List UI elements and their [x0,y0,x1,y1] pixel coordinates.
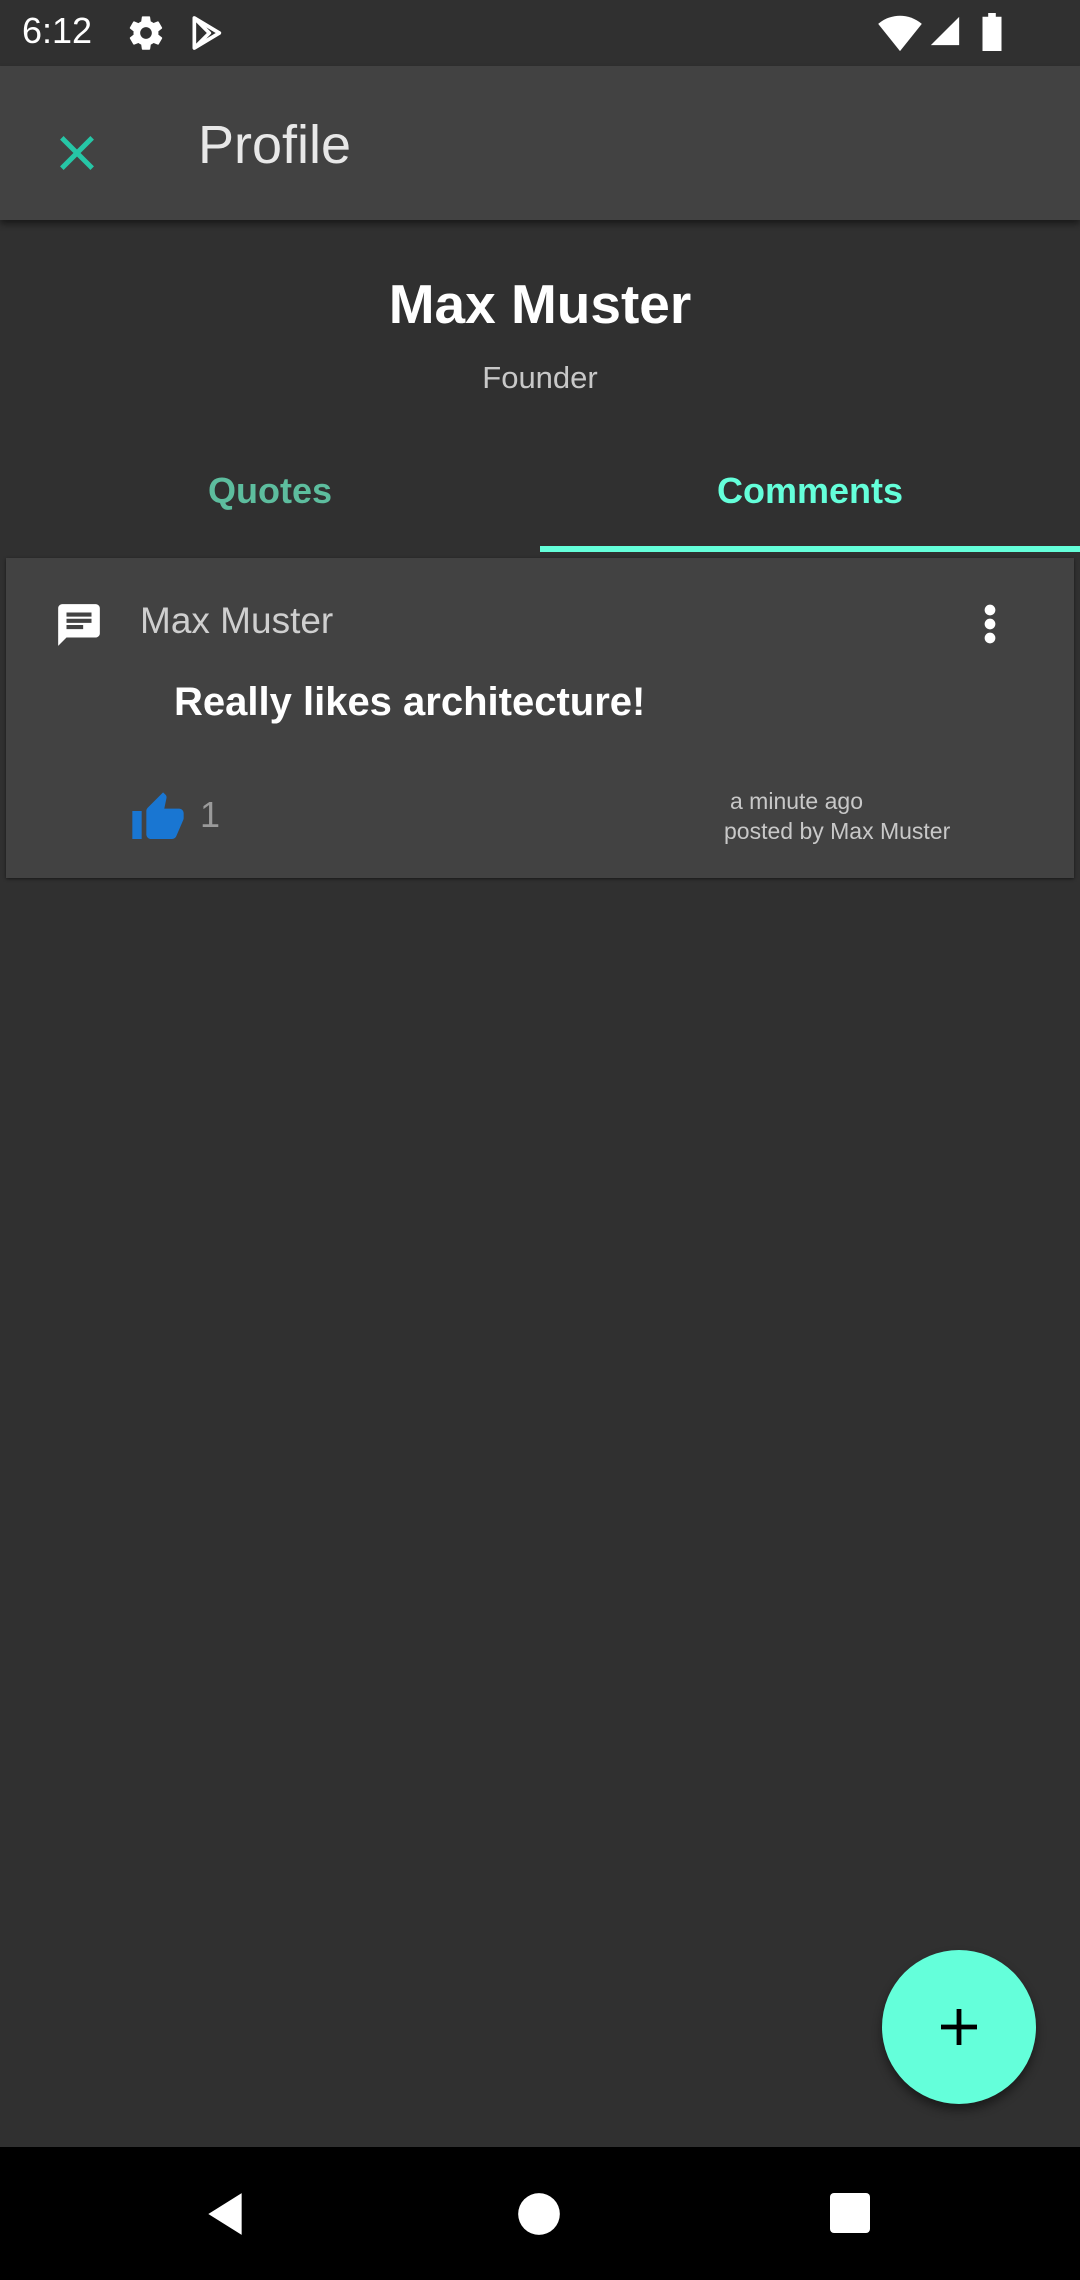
close-icon [60,136,94,170]
tab-bar: Quotes Comments [0,430,1080,552]
wifi-icon [878,13,922,58]
page-title: Profile [198,115,352,175]
status-bar: 6:12 [0,0,1080,66]
plus-icon [941,2009,977,2045]
comment-icon [54,600,104,655]
profile-name: Max Muster [388,273,692,335]
comment-posted-by: posted by Max Muster [724,818,951,844]
comment-author: Max Muster [140,600,334,641]
profile-role: Founder [482,360,598,395]
tab-indicator [540,546,1080,552]
comment-text: Really likes architecture! [174,680,646,724]
status-time: 6:12 [22,10,93,51]
home-icon[interactable] [514,2189,564,2244]
like-count: 1 [200,794,221,835]
recents-icon[interactable] [826,2189,874,2242]
app-bar: Profile [0,66,1080,220]
thumb-up-icon [132,792,184,839]
tab-comments[interactable]: Comments [540,430,1080,552]
comment-card[interactable]: Max Muster Really likes architecture! 1 … [6,558,1074,878]
navigation-bar [0,2147,1080,2280]
tab-quotes[interactable]: Quotes [0,430,540,552]
comment-time: a minute ago [730,788,863,814]
battery-icon [980,13,1004,56]
more-options-button[interactable] [970,598,1010,650]
add-comment-button[interactable] [882,1950,1036,2104]
back-icon[interactable] [200,2189,250,2244]
close-button[interactable] [40,116,114,190]
play-store-icon [186,13,226,58]
more-vert-icon [984,604,996,644]
signal-icon [928,13,962,54]
settings-icon [126,13,166,58]
like-button[interactable] [130,790,186,851]
